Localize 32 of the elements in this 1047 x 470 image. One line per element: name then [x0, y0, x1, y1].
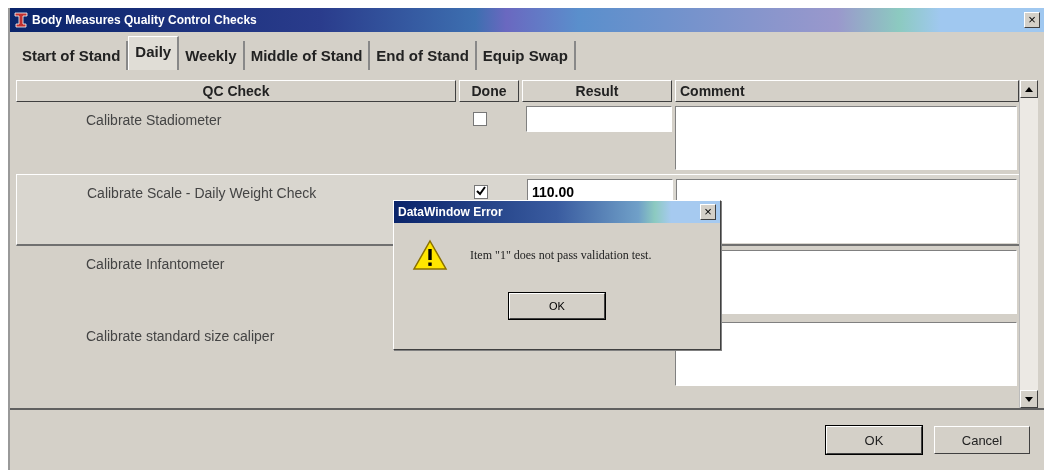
- ok-button[interactable]: OK: [826, 426, 922, 454]
- warning-icon: [412, 239, 448, 271]
- qc-check-label: Calibrate Stadiometer: [86, 112, 222, 128]
- window-title: Body Measures Quality Control Checks: [32, 13, 258, 27]
- comment-field[interactable]: [676, 179, 1017, 243]
- comment-field[interactable]: [675, 106, 1017, 170]
- scrollbar[interactable]: [1019, 80, 1038, 408]
- tab[interactable]: Equip Swap: [476, 41, 576, 70]
- tab[interactable]: End of Stand: [370, 41, 477, 70]
- done-checkbox[interactable]: [474, 185, 488, 199]
- scroll-up-icon[interactable]: [1020, 80, 1038, 98]
- ok-button[interactable]: OK: [509, 293, 605, 319]
- dialog-title: DataWindow Error: [398, 205, 504, 219]
- done-checkbox[interactable]: [473, 112, 487, 126]
- qc-check-label: Calibrate standard size caliper: [86, 328, 275, 344]
- comment-field[interactable]: [675, 322, 1017, 386]
- close-button[interactable]: ×: [1024, 12, 1040, 28]
- result-field[interactable]: [526, 106, 672, 132]
- error-message: Item "1" does not pass validation test.: [470, 247, 652, 263]
- tab[interactable]: Daily: [128, 36, 180, 70]
- column-header[interactable]: QC Check: [16, 80, 456, 102]
- column-header[interactable]: Result: [522, 80, 672, 102]
- scroll-down-icon[interactable]: [1020, 390, 1038, 408]
- cancel-button[interactable]: Cancel: [934, 426, 1030, 454]
- column-header[interactable]: Done: [459, 80, 519, 102]
- tab[interactable]: Weekly: [179, 41, 245, 70]
- qc-check-label: Calibrate Infantometer: [86, 256, 225, 272]
- qc-check-label: Calibrate Scale - Daily Weight Check: [87, 185, 317, 201]
- column-header[interactable]: Comment: [675, 80, 1019, 102]
- tab[interactable]: Middle of Stand: [244, 41, 371, 70]
- app-icon: [14, 12, 28, 28]
- close-button[interactable]: ×: [700, 204, 716, 220]
